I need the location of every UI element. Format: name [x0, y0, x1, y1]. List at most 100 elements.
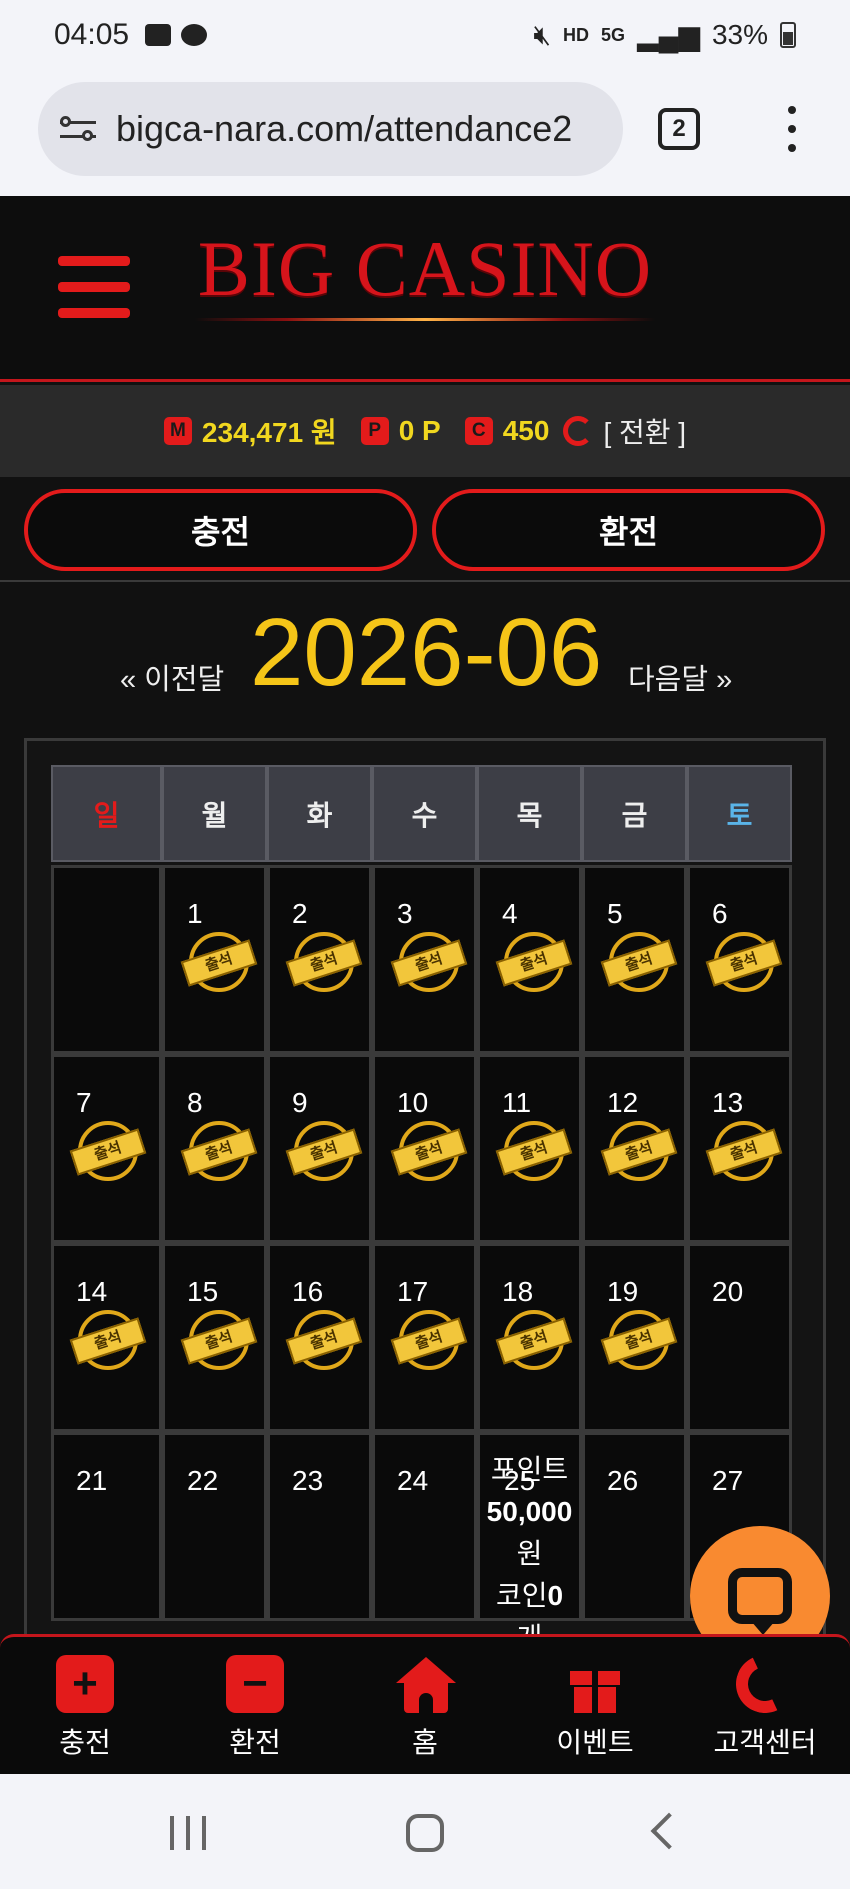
calendar-day-cell: 11 출석: [477, 1054, 582, 1243]
weekday-mon: 월: [162, 765, 267, 862]
attendance-reward: 포인트50,000원코인0개: [480, 1449, 579, 1659]
weekday-tue: 화: [267, 765, 372, 862]
browser-toolbar: bigca-nara.com/attendance2 2: [0, 70, 850, 196]
chat-icon: [728, 1568, 792, 1635]
day-number: 11: [502, 1087, 532, 1118]
calendar-day-cell: 5 출석: [582, 865, 687, 1054]
nav-event[interactable]: 이벤트: [510, 1637, 680, 1774]
plus-icon: +: [56, 1655, 114, 1713]
bottom-navigation: + 충전 − 환전 홈 이벤트 고객센터: [0, 1634, 850, 1774]
calendar-day-cell: 3 출석: [372, 865, 477, 1054]
calendar-day-cell: 13 출석: [687, 1054, 792, 1243]
day-number: 4: [502, 898, 518, 929]
calendar-day-cell: [51, 865, 162, 1054]
calendar-day-cell: 8 출석: [162, 1054, 267, 1243]
point-badge-icon: P: [360, 417, 389, 445]
attendance-stamp-icon: 출석: [705, 1121, 783, 1183]
day-number: 23: [292, 1465, 324, 1496]
site-header: BIG CASINO: [0, 196, 850, 382]
hd-voice-icon: HD: [563, 24, 590, 45]
logo-underline: [195, 318, 655, 321]
status-bar: 04:05 🔇︎ HD 5G ▂▄▆ 33%: [0, 0, 850, 70]
day-number: 24: [397, 1465, 429, 1496]
calendar-week-row: 7 출석 8 출석 9 출석 10 출석 11 출석 12 출석 13 출석: [51, 1054, 792, 1243]
attendance-stamp-icon: 출석: [69, 1310, 147, 1372]
network-5g-icon: 5G: [601, 24, 626, 45]
prev-month-link[interactable]: « 이전달: [120, 656, 224, 698]
attendance-stamp-icon: 출석: [180, 932, 258, 994]
attendance-calendar: 일 월 화 수 목 금 토 1 출석 2 출석 3 출석 4 출석 5 출석 6 출석 7 출석 8 출석 9 출…: [24, 738, 826, 1653]
attendance-stamp-icon: 출석: [180, 1121, 258, 1183]
day-number: 21: [76, 1465, 108, 1496]
battery-level: 33%: [711, 19, 768, 50]
site-settings-icon[interactable]: [60, 113, 100, 145]
point-balance: 0 P: [398, 415, 441, 446]
recents-button-icon[interactable]: [170, 1816, 206, 1850]
weekday-header: 일 월 화 수 목 금 토: [51, 765, 792, 862]
nav-exchange[interactable]: − 환전: [170, 1637, 340, 1774]
calendar-week-row: 1 출석 2 출석 3 출석 4 출석 5 출석 6 출석: [51, 865, 792, 1054]
action-buttons: 충전 환전: [0, 477, 850, 582]
attendance-stamp-icon: 출석: [600, 932, 678, 994]
calendar-day-cell: 10 출석: [372, 1054, 477, 1243]
calendar-day-cell: 15 출석: [162, 1243, 267, 1432]
reward-point-label: 포인트: [490, 1454, 569, 1485]
day-number: 3: [397, 898, 413, 929]
next-month-link[interactable]: 다음달 »: [628, 656, 732, 698]
day-number: 14: [76, 1276, 108, 1307]
calendar-week-row: 2122232425포인트50,000원코인0개2627: [51, 1432, 792, 1653]
weekday-sun: 일: [51, 765, 162, 862]
attendance-stamp-icon: 출석: [600, 1310, 678, 1372]
exchange-button[interactable]: 환전: [432, 489, 825, 571]
reward-coin-label: 코인: [495, 1580, 548, 1611]
day-number: 9: [292, 1087, 308, 1118]
balance-bar: M 234,471 원 P 0 P C 450 [ 전환 ]: [0, 385, 850, 477]
day-number: 1: [187, 898, 203, 929]
weekday-fri: 금: [582, 765, 687, 862]
reward-coin-amount: 0: [547, 1580, 564, 1611]
day-number: 7: [76, 1087, 92, 1118]
clock: 04:05: [54, 18, 130, 51]
calendar-day-cell: 23: [267, 1432, 372, 1621]
weekday-sat: 토: [687, 765, 792, 862]
charge-button[interactable]: 충전: [24, 489, 417, 571]
attendance-stamp-icon: 출석: [495, 932, 573, 994]
day-number: 16: [292, 1276, 324, 1307]
nav-charge[interactable]: + 충전: [0, 1637, 170, 1774]
home-icon: [396, 1655, 456, 1713]
day-number: 5: [607, 898, 623, 929]
logo-text: BIG CASINO: [197, 225, 653, 312]
address-bar[interactable]: bigca-nara.com/attendance2: [38, 82, 623, 176]
site-logo[interactable]: BIG CASINO: [195, 230, 655, 321]
signal-icon: ▂▄▆: [637, 19, 700, 51]
nav-support[interactable]: 고객센터: [680, 1637, 850, 1774]
calendar-day-cell: 20: [687, 1243, 792, 1432]
attendance-stamp-icon: 출석: [285, 1121, 363, 1183]
calendar-day-cell: 19 출석: [582, 1243, 687, 1432]
day-number: 22: [187, 1465, 219, 1496]
back-button-icon[interactable]: [650, 1812, 688, 1850]
nav-label: 홈: [412, 1727, 438, 1758]
nav-home[interactable]: 홈: [340, 1637, 510, 1774]
day-number: 13: [712, 1087, 744, 1118]
switch-button[interactable]: [ 전환 ]: [603, 411, 686, 451]
url-text[interactable]: bigca-nara.com/attendance2: [116, 108, 572, 150]
home-button-icon[interactable]: [406, 1814, 444, 1852]
nav-label: 환전: [229, 1727, 281, 1758]
calendar-day-cell: 18 출석: [477, 1243, 582, 1432]
refresh-icon[interactable]: [563, 416, 594, 446]
reward-point-amount: 50,000: [486, 1496, 573, 1527]
calendar-day-cell: 12 출석: [582, 1054, 687, 1243]
money-balance: 234,471 원: [201, 417, 337, 448]
calendar-day-cell: 14 출석: [51, 1243, 162, 1432]
calendar-grid: 1 출석 2 출석 3 출석 4 출석 5 출석 6 출석 7 출석 8 출석 9 출석 10 출석 11 출석 12 출석 1…: [51, 865, 792, 1653]
calendar-day-cell: 25포인트50,000원코인0개: [477, 1432, 582, 1653]
browser-menu-icon[interactable]: [786, 106, 798, 152]
coin-balance: 450: [502, 415, 550, 446]
calendar-week-row: 14 출석 15 출석 16 출석 17 출석 18 출석 19 출석 20: [51, 1243, 792, 1432]
menu-icon[interactable]: [58, 256, 130, 318]
attendance-stamp-icon: 출석: [69, 1121, 147, 1183]
month-navigation: « 이전달 2026-06 다음달 »: [0, 590, 850, 720]
tab-switcher-button[interactable]: 2: [658, 108, 700, 150]
attendance-stamp-icon: 출석: [495, 1310, 573, 1372]
